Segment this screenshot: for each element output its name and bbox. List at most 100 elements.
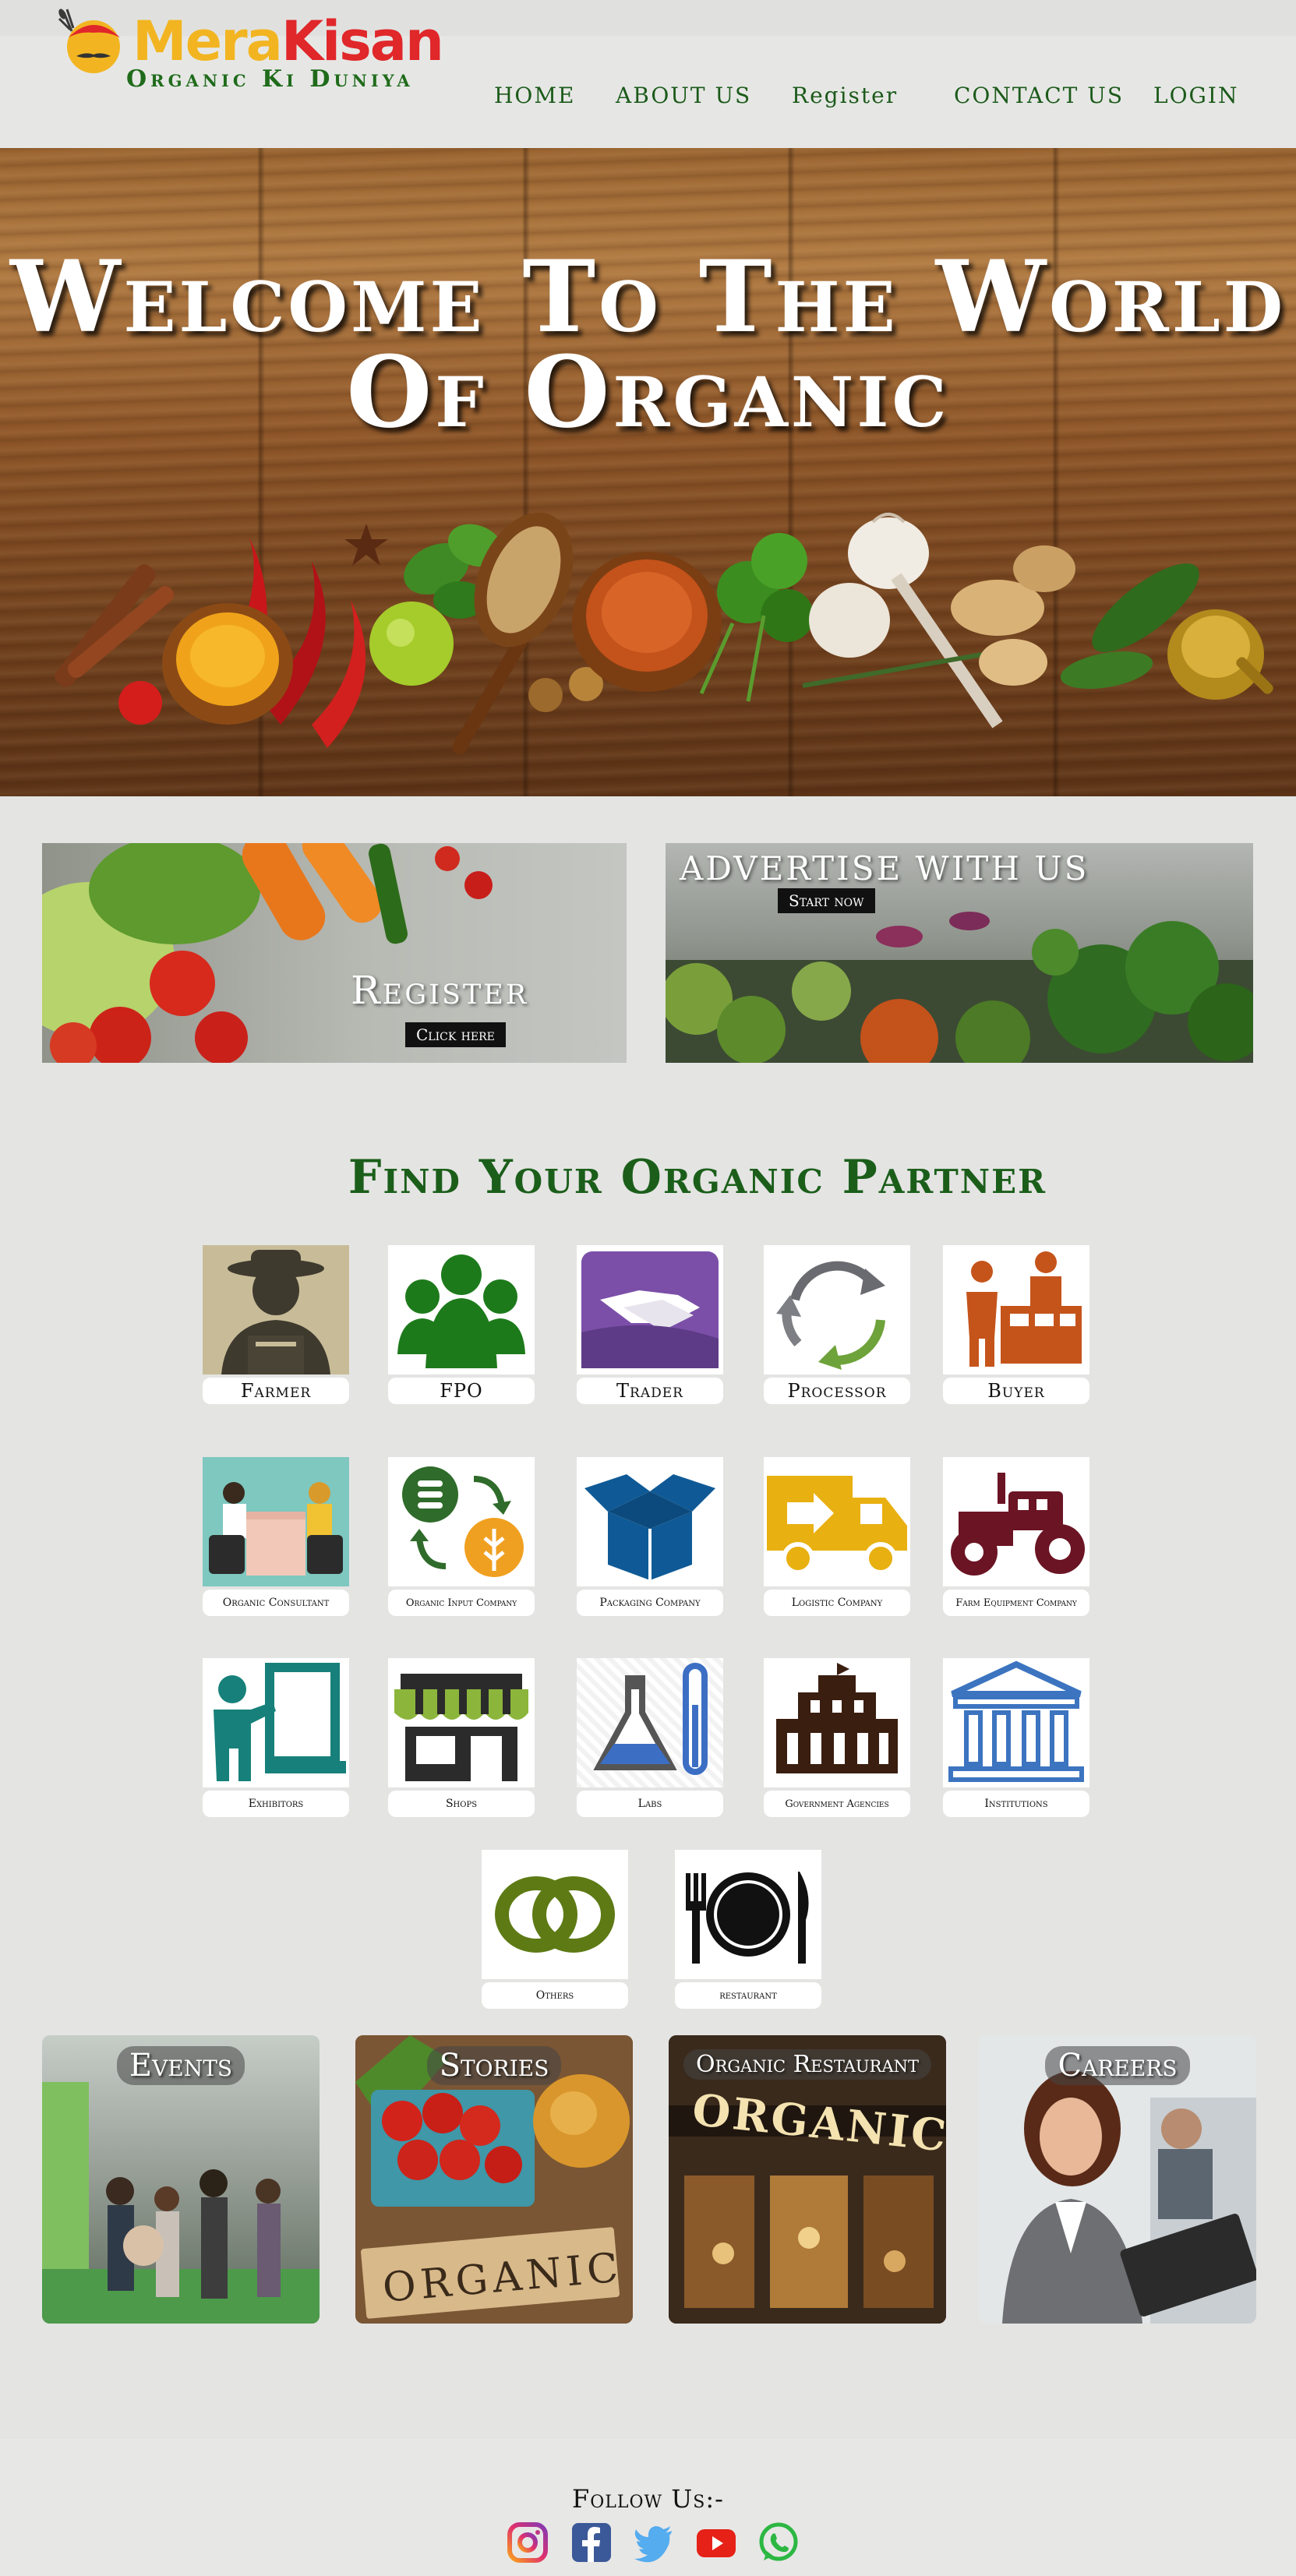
- careers-card-title: Careers: [979, 2046, 1256, 2085]
- advertise-promo-title: ADVERTISE WITH US: [680, 849, 1089, 887]
- partner-label: Institutions: [943, 1791, 1089, 1817]
- stories-card[interactable]: ORGANIC Stories: [355, 2035, 633, 2324]
- stories-title-text: Stories: [426, 2046, 562, 2085]
- partner-tile-farm-equipment-company[interactable]: Farm Equipment Company: [943, 1457, 1089, 1618]
- brand-tagline: Organic Ki Duniya: [126, 65, 414, 93]
- partner-label: Buyer: [943, 1378, 1089, 1404]
- site-footer: Follow Us:-: [0, 2439, 1296, 2576]
- organic-restaurant-card[interactable]: ORGANICS Organic Restaurant: [669, 2035, 946, 2324]
- group-icon: [388, 1245, 535, 1374]
- presenter-board-icon: [203, 1658, 349, 1787]
- institution-columns-icon: [943, 1658, 1089, 1787]
- government-building-icon: [764, 1658, 910, 1787]
- youtube-icon[interactable]: [695, 2521, 737, 2564]
- partner-label: Labs: [577, 1791, 723, 1817]
- whatsapp-icon[interactable]: [757, 2521, 800, 2564]
- handshake-icon: [577, 1245, 723, 1374]
- partner-label: Trader: [577, 1378, 723, 1404]
- partner-tile-farmer[interactable]: Farmer: [203, 1245, 349, 1406]
- partner-tile-logistic-company[interactable]: Logistic Company: [764, 1457, 910, 1618]
- partner-tile-organic-input-company[interactable]: Organic Input Company: [388, 1457, 535, 1618]
- farmer-icon: [203, 1245, 349, 1374]
- register-click-here-button[interactable]: Click here: [405, 1022, 506, 1047]
- organic-restaurant-card-title: Organic Restaurant: [669, 2049, 946, 2080]
- nav-contact-us[interactable]: CONTACT US: [954, 83, 1124, 114]
- events-title-text: Events: [116, 2046, 245, 2085]
- farmer-logo-icon: [58, 9, 120, 73]
- partners-section-title: Find Your Organic Partner: [348, 1150, 1047, 1205]
- nav-about-us[interactable]: ABOUT US: [616, 83, 751, 114]
- hero-banner: Welcome To The World Of Organic: [0, 148, 1296, 796]
- partner-tile-government-agencies[interactable]: Government Agencies: [764, 1658, 910, 1819]
- partner-tile-buyer[interactable]: Buyer: [943, 1245, 1089, 1406]
- linked-rings-icon: [482, 1850, 628, 1979]
- delivery-truck-icon: [764, 1457, 910, 1586]
- lime-icon: [369, 602, 454, 686]
- partner-label: Shops: [388, 1791, 535, 1817]
- consultation-icon: [203, 1457, 349, 1586]
- hero-title-line2: Of Organic: [346, 334, 950, 450]
- nav-register[interactable]: Register: [792, 83, 898, 114]
- instagram-icon[interactable]: [507, 2521, 549, 2564]
- partner-label: Organic Consultant: [203, 1590, 349, 1616]
- spices-illustration: [55, 512, 1273, 755]
- partner-tile-restaurant[interactable]: restaurant: [675, 1850, 821, 2010]
- advertise-promo-banner[interactable]: ADVERTISE WITH US Start now: [666, 843, 1253, 1063]
- partner-label: Organic Input Company: [388, 1590, 535, 1616]
- partner-tile-packaging-company[interactable]: Packaging Company: [577, 1457, 723, 1618]
- register-promo-banner[interactable]: Register Click here: [42, 843, 627, 1063]
- partner-label: restaurant: [675, 1982, 821, 2009]
- careers-card[interactable]: Careers: [979, 2035, 1256, 2324]
- organic-restaurant-title-text: Organic Restaurant: [683, 2049, 931, 2080]
- star-anise-icon: [344, 524, 388, 566]
- partner-label: Processor: [764, 1378, 910, 1404]
- partner-label: Farmer: [203, 1378, 349, 1404]
- hero-title-line1: Welcome To The World: [9, 239, 1287, 355]
- shop-awning-icon: [388, 1658, 535, 1787]
- turmeric-bowl-icon: [162, 603, 293, 725]
- partner-tile-labs[interactable]: Labs: [577, 1658, 723, 1819]
- ginger-icon: [951, 545, 1075, 686]
- grinder-icon: [1167, 609, 1273, 700]
- brand-name-part2: Kisan: [281, 9, 444, 73]
- plate-cutlery-icon: [675, 1850, 821, 1979]
- vegetables-image: [42, 843, 493, 1063]
- partner-label: Farm Equipment Company: [943, 1590, 1089, 1616]
- register-promo-title: Register: [351, 968, 529, 1013]
- partner-label: Others: [482, 1982, 628, 2009]
- careers-title-text: Careers: [1045, 2046, 1190, 2085]
- events-card[interactable]: Events: [42, 2035, 320, 2324]
- cinnamon-icon: [55, 564, 175, 687]
- open-box-icon: [577, 1457, 723, 1586]
- chili-powder-bowl-icon: [572, 552, 722, 692]
- nav-login[interactable]: LOGIN: [1153, 83, 1238, 114]
- partner-label: Exhibitors: [203, 1791, 349, 1817]
- follow-us-label: Follow Us:-: [572, 2484, 724, 2514]
- partner-tile-trader[interactable]: Trader: [577, 1245, 723, 1406]
- partner-tile-organic-consultant[interactable]: Organic Consultant: [203, 1457, 349, 1618]
- partner-label: Government Agencies: [764, 1791, 910, 1817]
- events-card-title: Events: [42, 2046, 320, 2085]
- partner-tile-institutions[interactable]: Institutions: [943, 1658, 1089, 1819]
- recycle-arrows-icon: [764, 1245, 910, 1374]
- partner-tile-fpo[interactable]: FPO: [388, 1245, 535, 1406]
- brand-name-part1: Mera: [132, 9, 283, 73]
- partner-tile-others[interactable]: Others: [482, 1850, 628, 2010]
- advertise-start-now-button[interactable]: Start now: [778, 888, 875, 913]
- hero-title: Welcome To The World Of Organic: [0, 239, 1296, 450]
- market-stall-icon: [943, 1245, 1089, 1374]
- partner-label: Logistic Company: [764, 1590, 910, 1616]
- input-exchange-icon: [388, 1457, 535, 1586]
- partner-tile-processor[interactable]: Processor: [764, 1245, 910, 1406]
- nav-home[interactable]: HOME: [494, 83, 575, 114]
- brand-logo[interactable]: MeraKisan Organic Ki Duniya: [53, 5, 444, 106]
- partner-tile-exhibitors[interactable]: Exhibitors: [203, 1658, 349, 1819]
- partner-tile-shops[interactable]: Shops: [388, 1658, 535, 1819]
- site-header: MeraKisan Organic Ki Duniya HOME ABOUT U…: [0, 0, 1296, 148]
- twitter-icon[interactable]: [633, 2521, 675, 2564]
- partner-label: Packaging Company: [577, 1590, 723, 1616]
- stories-card-title: Stories: [355, 2046, 633, 2085]
- facebook-icon[interactable]: [570, 2521, 613, 2564]
- tractor-icon: [943, 1457, 1089, 1586]
- lab-flask-icon: [577, 1658, 723, 1787]
